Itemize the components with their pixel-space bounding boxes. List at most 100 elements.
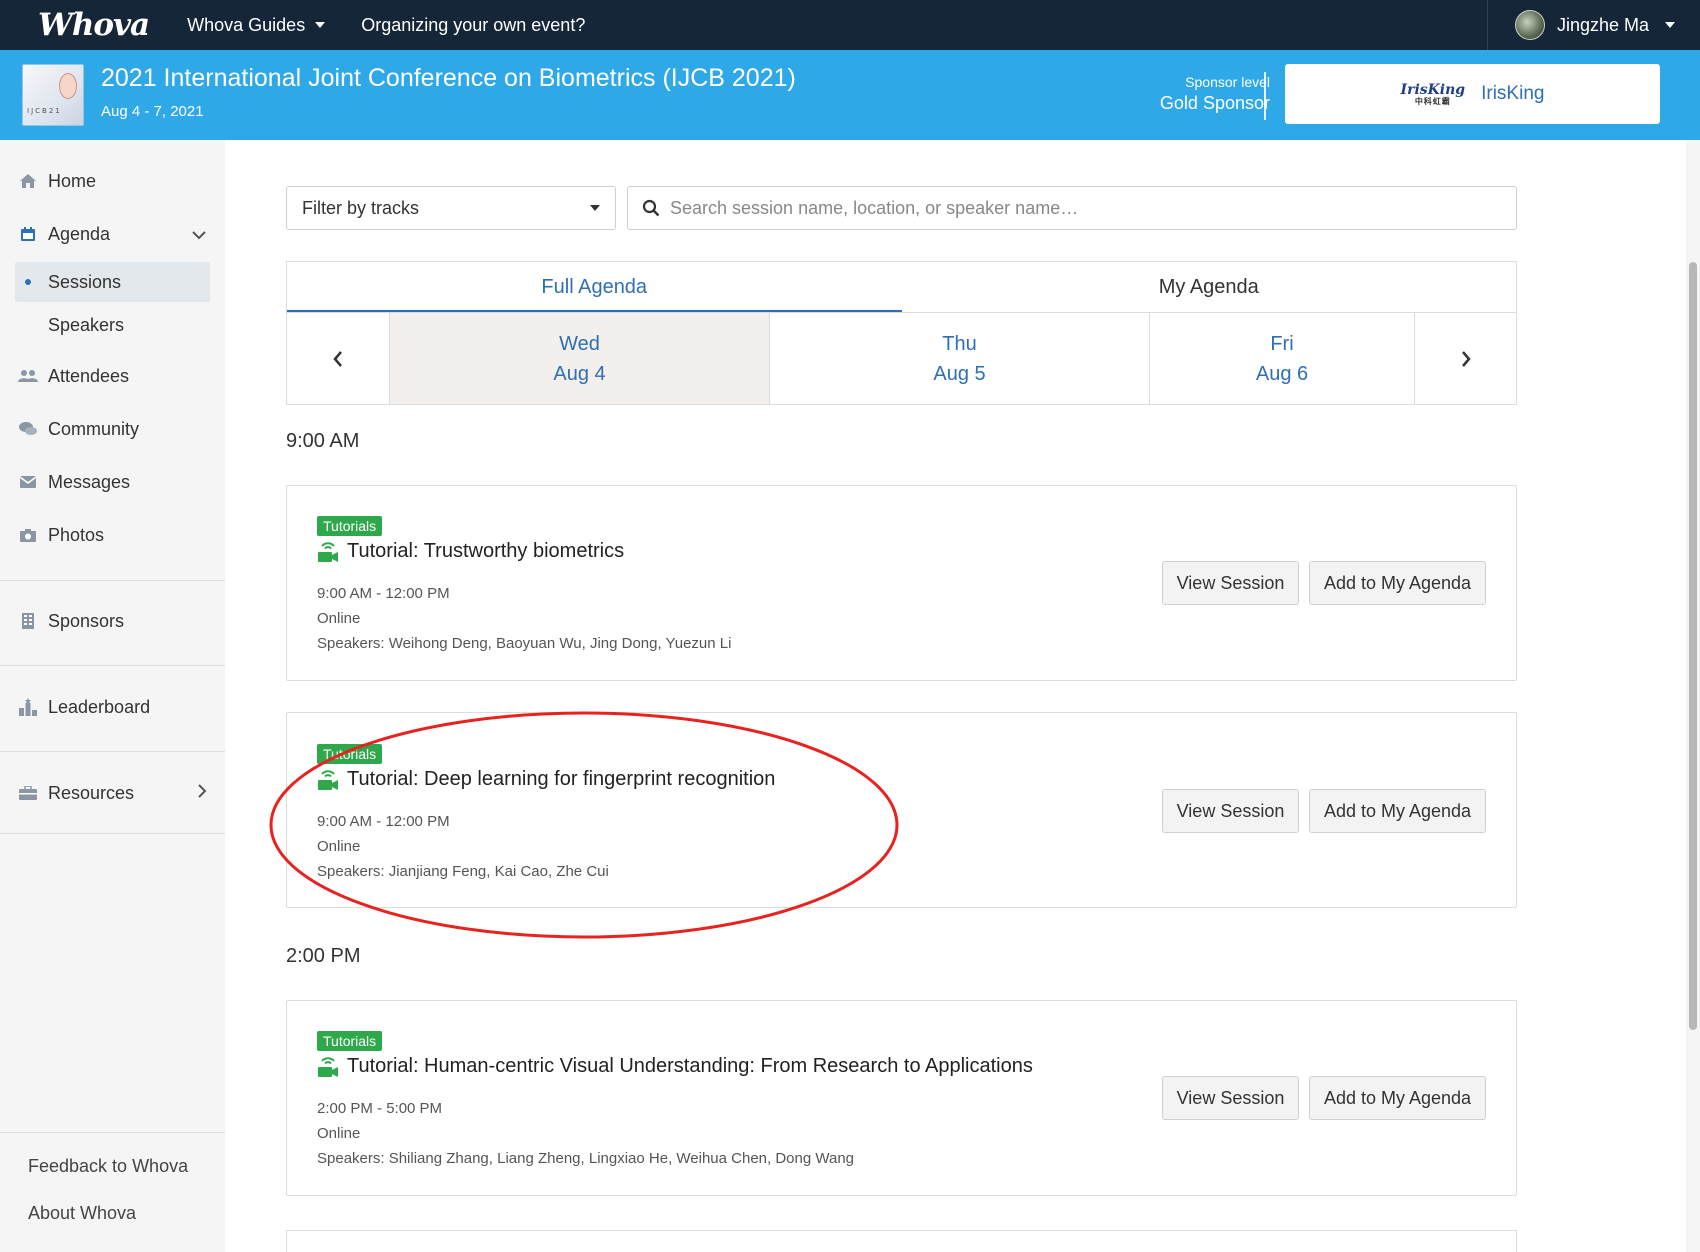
avatar xyxy=(1515,10,1545,40)
session-speakers: Speakers: Jianjiang Feng, Kai Cao, Zhe C… xyxy=(317,863,609,880)
divider xyxy=(0,833,225,834)
day-wed[interactable]: Wed Aug 4 xyxy=(389,313,769,404)
sidebar-item-label: Resources xyxy=(48,782,135,803)
sidebar-item-label: Speakers xyxy=(48,314,125,335)
sidebar-item-label: Messages xyxy=(48,471,131,492)
day-fri[interactable]: Fri Aug 6 xyxy=(1149,313,1414,404)
whova-guides-menu[interactable]: Whova Guides xyxy=(187,14,326,36)
add-to-my-agenda-button[interactable]: Add to My Agenda xyxy=(1309,789,1486,833)
sidebar-item-agenda[interactable]: Agenda xyxy=(0,217,225,251)
organizing-label: Organizing your own event? xyxy=(361,14,586,35)
add-to-my-agenda-button[interactable]: Add to My Agenda xyxy=(1309,1076,1486,1120)
search-icon xyxy=(640,197,662,219)
tab-my-agenda[interactable]: My Agenda xyxy=(902,262,1517,312)
add-to-my-agenda-button[interactable]: Add to My Agenda xyxy=(1309,561,1486,605)
sponsor-level: Sponsor level Gold Sponsor xyxy=(1160,74,1270,114)
whova-logo[interactable]: Whova xyxy=(38,7,150,43)
user-menu[interactable]: Jingzhe Ma xyxy=(1487,0,1700,50)
divider xyxy=(1264,72,1266,120)
search-input[interactable] xyxy=(670,197,1490,219)
day-thu[interactable]: Thu Aug 5 xyxy=(769,313,1149,404)
sidebar-item-sponsors[interactable]: Sponsors xyxy=(0,604,225,638)
leaderboard-icon xyxy=(18,697,38,717)
search-box[interactable] xyxy=(627,186,1517,230)
camera-icon xyxy=(18,525,38,545)
chevron-left-icon xyxy=(333,350,342,367)
day-weekday: Wed xyxy=(559,332,600,355)
sponsor-logo: IrisKing 中科虹霸 xyxy=(1400,82,1466,106)
session-time: 9:00 AM - 12:00 PM xyxy=(317,585,450,602)
sidebar-item-leaderboard[interactable]: Leaderboard xyxy=(0,690,225,724)
sidebar-item-messages[interactable]: Messages xyxy=(0,465,225,499)
agenda-tabs: Full Agenda My Agenda xyxy=(286,261,1517,313)
session-location: Online xyxy=(317,838,361,855)
sidebar-item-attendees[interactable]: Attendees xyxy=(0,359,225,393)
time-heading: 2:00 PM xyxy=(286,945,361,967)
organizing-link[interactable]: Organizing your own event? xyxy=(361,15,585,36)
session-time: 9:00 AM - 12:00 PM xyxy=(317,813,450,830)
sidebar-item-speakers[interactable]: Speakers xyxy=(15,305,210,345)
event-logo: IJCB21 xyxy=(22,64,84,126)
view-session-button[interactable]: View Session xyxy=(1162,789,1299,833)
sponsor-level-value: Gold Sponsor xyxy=(1159,93,1270,113)
sidebar-item-home[interactable]: Home xyxy=(0,164,225,198)
track-filter-label: Filter by tracks xyxy=(302,197,420,218)
track-tag: Tutorials xyxy=(317,1031,383,1051)
envelope-icon xyxy=(18,472,38,492)
sidebar-item-sessions[interactable]: Sessions xyxy=(15,262,210,302)
day-weekday: Fri xyxy=(1270,332,1294,355)
time-heading: 9:00 AM xyxy=(286,430,360,452)
session-title-row[interactable]: Tutorial: Deep learning for fingerprint … xyxy=(317,768,775,791)
prev-day-button[interactable] xyxy=(287,313,389,404)
session-card: Tutorials Tutorial: Human-centric Visual… xyxy=(286,1000,1517,1196)
divider xyxy=(0,1132,225,1133)
event-header: IJCB21 2021 International Joint Conferen… xyxy=(0,50,1700,140)
sidebar-item-community[interactable]: Community xyxy=(0,412,225,446)
sidebar-item-resources[interactable]: Resources xyxy=(0,776,225,810)
session-time: 2:00 PM - 5:00 PM xyxy=(317,1100,443,1117)
chevron-right-icon[interactable] xyxy=(197,783,207,804)
event-title: 2021 International Joint Conference on B… xyxy=(101,64,796,92)
divider xyxy=(0,580,225,581)
sponsor-card[interactable]: IrisKing 中科虹霸 IrisKing xyxy=(1285,64,1660,124)
day-selector: Wed Aug 4 Thu Aug 5 Fri Aug 6 xyxy=(286,312,1517,405)
caret-down-icon xyxy=(315,22,326,28)
session-title-row[interactable]: Tutorial: Human-centric Visual Understan… xyxy=(317,1055,1033,1078)
briefcase-icon xyxy=(18,783,38,803)
sidebar: Home Agenda Sessions Speakers Attendees … xyxy=(0,140,225,1252)
users-icon xyxy=(18,366,38,386)
scrollbar-thumb[interactable] xyxy=(1689,262,1697,1030)
track-tag: Tutorials xyxy=(317,744,383,764)
tab-full-agenda[interactable]: Full Agenda xyxy=(287,262,902,313)
top-nav: Whova Whova Guides Organizing your own e… xyxy=(0,0,1700,50)
caret-down-icon xyxy=(590,205,600,211)
view-session-button[interactable]: View Session xyxy=(1162,561,1299,605)
next-day-button[interactable] xyxy=(1414,313,1516,404)
track-filter-select[interactable]: Filter by tracks xyxy=(286,186,616,230)
sidebar-item-label: Agenda xyxy=(48,223,111,244)
about-link[interactable]: About Whova xyxy=(28,1203,136,1224)
sponsor-name: IrisKing xyxy=(1481,83,1545,104)
calendar-icon xyxy=(18,224,38,244)
scrollbar[interactable] xyxy=(1686,140,1700,1252)
sidebar-item-label: Leaderboard xyxy=(48,696,151,717)
feedback-link[interactable]: Feedback to Whova xyxy=(28,1156,188,1177)
whova-guides-label: Whova Guides xyxy=(187,14,306,35)
chevron-right-icon xyxy=(1461,350,1471,367)
video-camera-icon xyxy=(317,541,339,563)
day-weekday: Thu xyxy=(942,332,977,355)
session-speakers: Speakers: Weihong Deng, Baoyuan Wu, Jing… xyxy=(317,635,732,652)
session-title: Tutorial: Deep learning for fingerprint … xyxy=(347,768,776,790)
divider xyxy=(0,751,225,752)
home-icon xyxy=(18,171,38,191)
session-card: Tutorials Tutorial: Trustworthy biometri… xyxy=(286,485,1517,681)
view-session-button[interactable]: View Session xyxy=(1162,1076,1299,1120)
sidebar-item-label: Photos xyxy=(48,524,105,545)
session-title: Tutorial: Human-centric Visual Understan… xyxy=(347,1055,1033,1077)
session-title-row[interactable]: Tutorial: Trustworthy biometrics xyxy=(317,540,624,563)
sidebar-item-photos[interactable]: Photos xyxy=(0,518,225,552)
video-camera-icon xyxy=(317,769,339,791)
day-date: Aug 4 xyxy=(553,362,606,385)
chevron-down-icon[interactable] xyxy=(191,224,207,245)
sidebar-item-label: Sponsors xyxy=(48,610,125,631)
